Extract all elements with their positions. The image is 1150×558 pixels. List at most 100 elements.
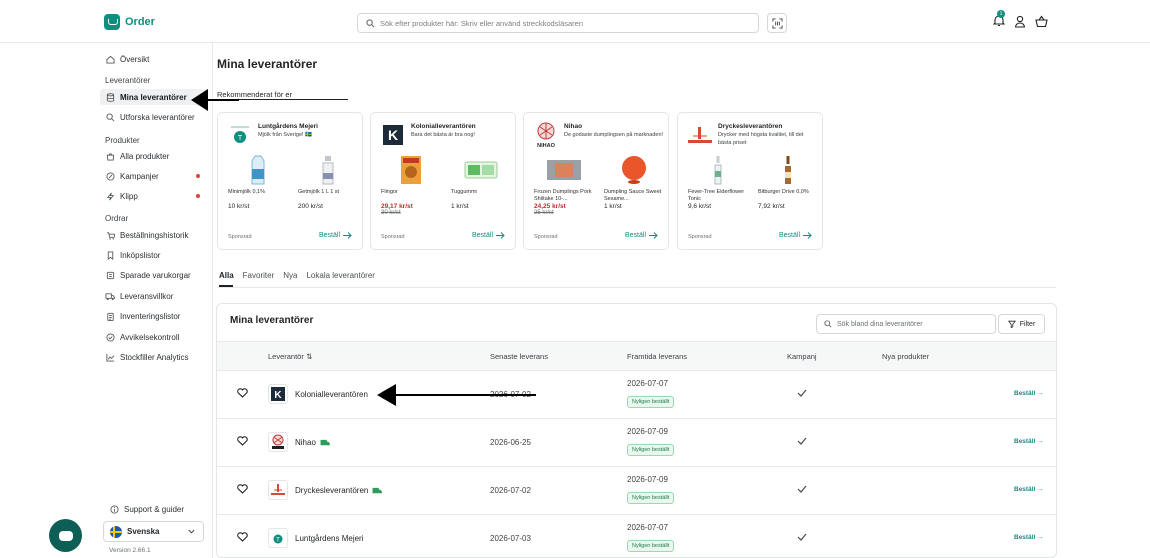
supplier-search-input[interactable]: Sök bland dina leverantörer bbox=[816, 314, 996, 334]
heart-icon[interactable] bbox=[237, 436, 248, 446]
order-link[interactable]: Beställ → bbox=[1014, 390, 1044, 397]
product-search-input[interactable]: Sök efter produkter här: Skriv eller anv… bbox=[357, 13, 759, 33]
app-name: Order bbox=[125, 16, 155, 28]
product-name: Fever-Tree Elderflower Tonic bbox=[688, 189, 745, 202]
column-last-delivery: Senaste leverans bbox=[490, 352, 548, 361]
chat-support-button[interactable] bbox=[49, 519, 82, 552]
truck-icon bbox=[372, 487, 383, 493]
sidebar-item-deviation-control[interactable]: Avvikelsekontroll bbox=[100, 329, 208, 345]
supplier-name: Dryckesleverantören bbox=[718, 123, 783, 130]
table-row[interactable]: T Luntgårdens Mejeri 2026-07-03 2026-07-… bbox=[217, 515, 1056, 557]
check-icon bbox=[797, 533, 807, 541]
order-button[interactable]: Beställ bbox=[625, 232, 658, 239]
tabs-divider bbox=[217, 287, 1056, 288]
product-price: 9,6 kr/st bbox=[688, 203, 712, 210]
tab-local-suppliers[interactable]: Lokala leverantörer bbox=[306, 271, 374, 280]
sidebar-item-order-history[interactable]: Beställningshistorik bbox=[100, 227, 208, 243]
recommended-card[interactable]: NIHAO Nihao De godaste dumplingsen på ma… bbox=[523, 112, 669, 250]
svg-text:NIHAO: NIHAO bbox=[537, 143, 555, 148]
info-icon bbox=[110, 505, 119, 514]
table-row[interactable]: Dryckesleverantören 2026-07-02 2026-07-0… bbox=[217, 467, 1056, 515]
arrow-right-icon bbox=[496, 232, 505, 239]
check-icon bbox=[797, 389, 807, 397]
search-icon bbox=[366, 18, 375, 27]
supplier-name[interactable]: Nihao bbox=[295, 438, 330, 447]
sidebar-item-overview[interactable]: Översikt bbox=[100, 51, 208, 67]
product-name: Tuggummi bbox=[451, 189, 477, 195]
sidebar-item-label: Stockfiller Analytics bbox=[120, 352, 189, 362]
supplier-name[interactable]: Luntgårdens Mejeri bbox=[295, 534, 363, 543]
recommended-card[interactable]: T Luntgårdens Mejeri Mjölk från Sverige!… bbox=[217, 112, 363, 250]
supplier-tagline: Drycker med högsta kvalitet, till det bä… bbox=[718, 132, 804, 146]
language-select[interactable]: Svenska bbox=[103, 521, 204, 542]
supplier-name[interactable]: Kolonialleverantören bbox=[295, 390, 368, 399]
arrow-right-icon bbox=[803, 232, 812, 239]
order-button[interactable]: Beställ bbox=[472, 232, 505, 239]
supplier-logo: T bbox=[227, 122, 253, 148]
basket-logo-icon bbox=[104, 14, 120, 30]
cart-icon[interactable] bbox=[1035, 15, 1048, 28]
last-delivery-date: 2026-07-03 bbox=[490, 534, 531, 543]
sidebar-item-label: Beställningshistorik bbox=[120, 230, 189, 240]
product-tile[interactable]: Fever-Tree Elderflower Tonic 9,6 kr/st bbox=[688, 155, 748, 210]
swedish-flag-icon bbox=[110, 525, 122, 538]
filter-button[interactable]: Filter bbox=[998, 314, 1045, 334]
product-price: 7,92 kr/st bbox=[758, 203, 785, 210]
sidebar-item-campaigns[interactable]: Kampanjer bbox=[100, 168, 208, 184]
support-link[interactable]: Support & guider bbox=[110, 505, 184, 514]
table-row[interactable]: K Kolonialleverantören 2026-07-02 2026-0… bbox=[217, 371, 1056, 419]
product-tile[interactable]: Bitburger Drive 0,0% 7,92 kr/st bbox=[758, 155, 818, 210]
supplier-tagline: Mjölk från Sverige! 🇸🇪 bbox=[258, 132, 312, 138]
sidebar-item-label: Alla produkter bbox=[120, 151, 170, 161]
product-tile[interactable]: Frozen Dumplings Pork Shiitake 10-... 24… bbox=[534, 155, 594, 216]
search-icon bbox=[824, 320, 832, 328]
sidebar-item-clips[interactable]: Klipp bbox=[100, 188, 208, 204]
product-tile[interactable]: Dumpling Sauce Sweet Sesame... 1 kr/st bbox=[604, 155, 664, 210]
notifications-button[interactable]: 1 bbox=[992, 10, 1006, 29]
recently-ordered-badge: Nyligen beställt bbox=[627, 444, 675, 456]
last-delivery-date: 2026-07-02 bbox=[490, 486, 531, 495]
order-button[interactable]: Beställ bbox=[779, 232, 812, 239]
supplier-name-text: Luntgårdens Mejeri bbox=[295, 534, 364, 543]
tab-all[interactable]: Alla bbox=[219, 271, 234, 280]
recommended-card[interactable]: Dryckesleverantören Drycker med högsta k… bbox=[677, 112, 823, 250]
product-tile[interactable]: Minimjölk 0,1% 10 kr/st bbox=[228, 155, 288, 210]
sidebar-item-analytics[interactable]: Stockfiller Analytics bbox=[100, 349, 208, 365]
tab-favorites[interactable]: Favoriter bbox=[243, 271, 275, 280]
sidebar-item-label: Leveransvillkor bbox=[120, 291, 174, 301]
sidebar-item-shopping-lists[interactable]: Inköpslistor bbox=[100, 247, 208, 263]
sidebar-item-saved-carts[interactable]: Sparade varukorgar bbox=[100, 267, 208, 283]
sidebar-item-delivery-terms[interactable]: Leveransvillkor bbox=[100, 288, 208, 304]
supplier-logo: K bbox=[268, 384, 288, 404]
supplier-logo bbox=[268, 480, 288, 500]
sponsored-label: Sponsrad bbox=[228, 234, 252, 240]
column-campaign: Kampanj bbox=[787, 352, 817, 361]
sidebar-item-inventory-lists[interactable]: Inventeringslistor bbox=[100, 308, 208, 324]
chart-line-icon bbox=[105, 352, 115, 362]
user-icon[interactable] bbox=[1014, 15, 1026, 28]
app-logo[interactable]: Order bbox=[104, 14, 155, 30]
heart-icon[interactable] bbox=[237, 532, 248, 542]
recommended-card[interactable]: K Kolonialleverantören Bara det bästa är… bbox=[370, 112, 516, 250]
column-supplier[interactable]: Leverantör ⇅ bbox=[268, 352, 312, 361]
supplier-name[interactable]: Dryckesleverantören bbox=[295, 486, 383, 495]
barcode-scan-button[interactable] bbox=[767, 13, 787, 33]
product-tile[interactable]: Tuggummi 1 kr/st bbox=[451, 155, 511, 210]
table-row[interactable]: Nihao 2026-06-25 2026-07-09 Nyligen best… bbox=[217, 419, 1056, 467]
product-price: 1 kr/st bbox=[451, 203, 469, 210]
order-link[interactable]: Beställ → bbox=[1014, 438, 1044, 445]
column-new-products: Nya produkter bbox=[882, 352, 930, 361]
tab-new[interactable]: Nya bbox=[283, 271, 297, 280]
supplier-logo: K bbox=[380, 122, 406, 148]
product-sale-price: 29,17 kr/st bbox=[381, 203, 413, 210]
order-button[interactable]: Beställ bbox=[319, 232, 352, 239]
order-link[interactable]: Beställ → bbox=[1014, 486, 1044, 493]
sidebar-item-label: Mina leverantörer bbox=[120, 92, 187, 102]
sidebar-item-all-products[interactable]: Alla produkter bbox=[100, 148, 208, 164]
product-tile[interactable]: Getmjölk 1 L 1 st 200 kr/st bbox=[298, 155, 358, 210]
sponsored-label: Sponsrad bbox=[381, 234, 405, 240]
heart-icon[interactable] bbox=[237, 388, 248, 398]
order-link[interactable]: Beställ → bbox=[1014, 534, 1044, 541]
product-tile[interactable]: Flingor 29,17 kr/st 30 kr/st bbox=[381, 155, 441, 216]
heart-icon[interactable] bbox=[237, 484, 248, 494]
